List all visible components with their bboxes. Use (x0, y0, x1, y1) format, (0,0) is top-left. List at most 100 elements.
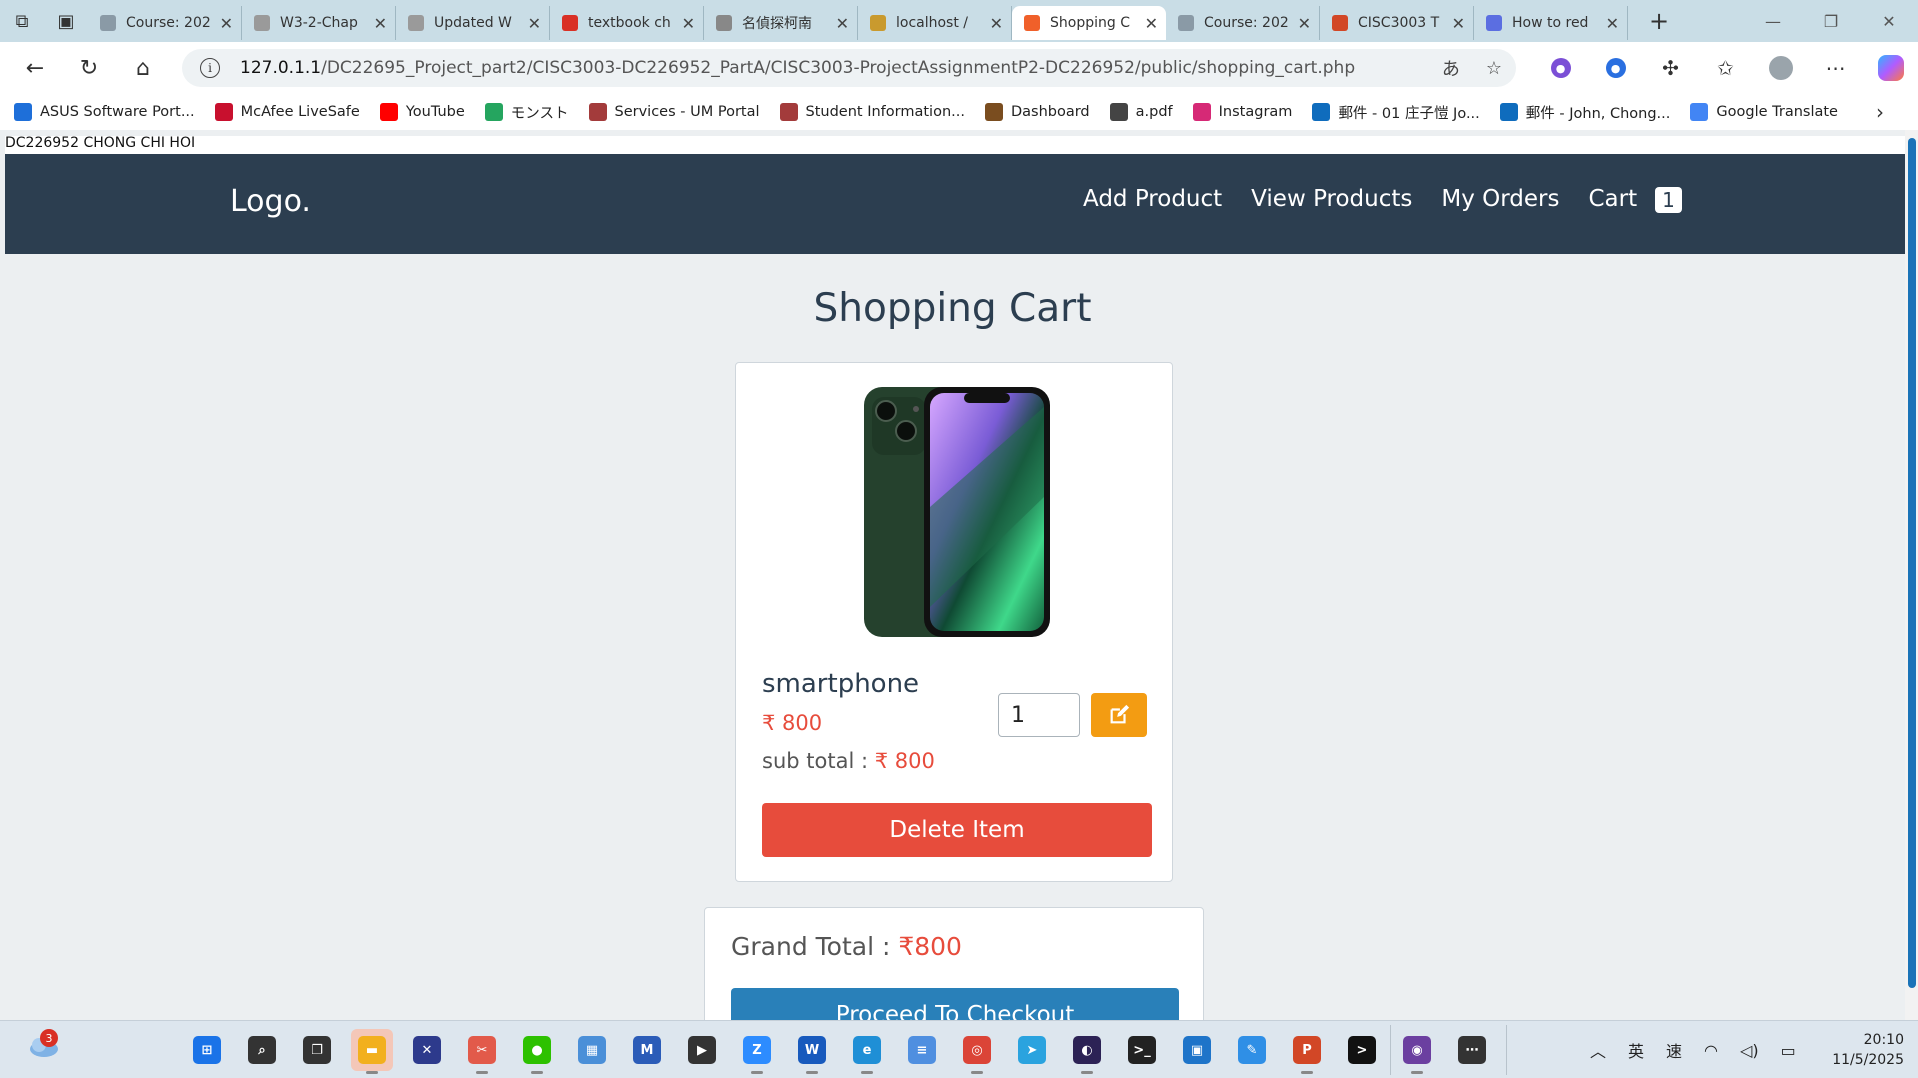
running-indicator (476, 1071, 488, 1074)
browser-tab[interactable]: How to red ✕ (1474, 6, 1628, 40)
scrollbar-thumb[interactable] (1908, 138, 1916, 988)
tab-close-icon[interactable]: ✕ (374, 14, 387, 33)
bookmark-item[interactable]: Dashboard (984, 103, 1090, 121)
taskbar-app[interactable]: ● (516, 1029, 558, 1074)
read-aloud-icon[interactable]: あ (1442, 55, 1460, 81)
taskbar-app[interactable]: ≡ (901, 1029, 943, 1071)
browser-tab[interactable]: Course: 202 ✕ (1166, 6, 1320, 40)
taskbar-app[interactable]: ▬ (351, 1029, 393, 1074)
bookmark-item[interactable]: ASUS Software Port... (14, 103, 195, 121)
bookmark-item[interactable]: 郵件 - John, Chong... (1499, 102, 1670, 123)
taskbar-app[interactable]: M (626, 1029, 668, 1071)
copilot-icon[interactable] (1863, 55, 1918, 81)
quantity-input[interactable] (998, 693, 1080, 737)
taskbar-app[interactable]: ⌕ (241, 1029, 283, 1071)
tab-close-icon[interactable]: ✕ (836, 14, 849, 33)
taskbar-app[interactable]: ▶ (681, 1029, 723, 1071)
bookmark-item[interactable]: Student Information... (779, 103, 965, 121)
volume-icon[interactable]: ◁) (1740, 1041, 1759, 1060)
taskbar-app[interactable]: ▣ (1176, 1029, 1218, 1071)
update-quantity-button[interactable] (1091, 693, 1147, 737)
ime-language[interactable]: 英 (1628, 1038, 1644, 1062)
close-window-icon[interactable]: ✕ (1860, 0, 1918, 42)
tab-close-icon[interactable]: ✕ (220, 14, 233, 33)
browser-tab[interactable]: CISC3003 T ✕ (1320, 6, 1474, 40)
site-logo[interactable]: Logo. (230, 184, 311, 219)
taskbar-app[interactable]: ✎ (1231, 1029, 1273, 1071)
settings-more-icon[interactable]: ⋯ (1808, 56, 1863, 80)
taskbar-app[interactable]: > (1341, 1029, 1383, 1071)
taskbar-app[interactable]: >_ (1121, 1029, 1163, 1071)
tab-actions-icon[interactable]: ▣ (44, 0, 88, 42)
bookmark-item[interactable]: McAfee LiveSafe (214, 103, 360, 121)
taskbar-app[interactable]: ✂ (461, 1029, 503, 1074)
bookmark-item[interactable]: モンスト (484, 102, 569, 123)
taskbar-app[interactable]: e (846, 1029, 888, 1074)
browser-tab[interactable]: textbook ch ✕ (550, 6, 704, 40)
taskbar-app[interactable]: W (791, 1029, 833, 1074)
taskbar-app[interactable]: ⊞ (186, 1029, 228, 1071)
refresh-icon[interactable]: ↻ (62, 42, 116, 94)
taskbar-app[interactable]: ✕ (406, 1029, 448, 1071)
favorite-star-icon[interactable]: ☆ (1486, 58, 1502, 79)
edit-icon (1110, 704, 1130, 724)
bookmark-item[interactable]: a.pdf (1109, 103, 1173, 121)
bookmark-item[interactable]: Services - UM Portal (588, 103, 760, 121)
browser-tab[interactable]: 名偵探柯南 ✕ (704, 6, 858, 40)
tab-close-icon[interactable]: ✕ (990, 14, 1003, 33)
battery-icon[interactable]: ▭ (1781, 1041, 1796, 1060)
nav-add-product[interactable]: Add Product (1083, 186, 1222, 212)
new-tab-button[interactable]: + (1644, 7, 1674, 35)
tab-close-icon[interactable]: ✕ (528, 14, 541, 33)
favorites-icon[interactable]: ✩ (1698, 56, 1753, 80)
profile-avatar[interactable] (1753, 56, 1808, 80)
running-indicator (751, 1071, 763, 1074)
taskbar-clock[interactable]: 20:10 11/5/2025 (1832, 1030, 1904, 1070)
taskbar-app[interactable]: ▦ (571, 1029, 613, 1071)
tab-close-icon[interactable]: ✕ (1606, 14, 1619, 33)
extension-purple-icon[interactable]: ● (1533, 58, 1588, 78)
back-icon[interactable]: ← (8, 42, 62, 94)
taskbar-app[interactable]: ◎ (956, 1029, 998, 1074)
browser-tab[interactable]: W3-2-Chap ✕ (242, 6, 396, 40)
taskbar-app[interactable]: ❐ (296, 1029, 338, 1071)
extensions-icon[interactable]: ✣ (1643, 56, 1698, 80)
wifi-icon[interactable]: ◠ (1704, 1041, 1718, 1060)
taskbar-app[interactable]: ⋯ (1451, 1029, 1493, 1071)
nav-cart[interactable]: Cart 1 (1589, 186, 1682, 213)
checkout-button[interactable]: Proceed To Checkout (731, 988, 1179, 1020)
taskbar-app[interactable]: ➤ (1011, 1029, 1053, 1071)
taskbar-app[interactable]: ◐ (1066, 1029, 1108, 1074)
tab-close-icon[interactable]: ✕ (1145, 14, 1158, 33)
taskbar-app[interactable]: Z (736, 1029, 778, 1074)
url-input[interactable]: i 127.0.1.1/DC22695_Project_part2/CISC30… (182, 49, 1516, 87)
bookmark-item[interactable]: YouTube (379, 103, 465, 121)
taskbar-app[interactable]: ◉ (1396, 1029, 1438, 1074)
page-scrollbar[interactable] (1905, 130, 1918, 1020)
nav-my-orders[interactable]: My Orders (1441, 186, 1559, 212)
tab-close-icon[interactable]: ✕ (682, 14, 695, 33)
bookmark-item[interactable]: 郵件 - 01 庄子愷 Jo... (1312, 102, 1480, 123)
delete-item-button[interactable]: Delete Item (762, 803, 1152, 857)
extension-blue-icon[interactable]: ● (1588, 58, 1643, 78)
site-info-icon[interactable]: i (200, 58, 220, 78)
browser-tab[interactable]: Updated W ✕ (396, 6, 550, 40)
tab-close-icon[interactable]: ✕ (1298, 14, 1311, 33)
ime-mode[interactable]: 速 (1666, 1038, 1682, 1062)
tray-chevron-icon[interactable]: ︿ (1590, 1038, 1606, 1062)
browser-tab[interactable]: Shopping C ✕ (1012, 6, 1166, 40)
restore-icon[interactable]: ❐ (1802, 0, 1860, 42)
minimize-icon[interactable]: — (1744, 0, 1802, 42)
nav-view-products[interactable]: View Products (1251, 186, 1412, 212)
bookmark-item[interactable]: Google Translate (1690, 103, 1838, 121)
youtube-icon (379, 103, 398, 121)
bookmarks-overflow-icon[interactable]: › (1876, 94, 1884, 130)
home-icon[interactable]: ⌂ (116, 42, 170, 94)
tab-close-icon[interactable]: ✕ (1452, 14, 1465, 33)
workspaces-icon[interactable]: ⧉ (0, 0, 44, 42)
wechat-icon: ● (523, 1036, 551, 1064)
browser-tab[interactable]: Course: 202 ✕ (88, 6, 242, 40)
browser-tab[interactable]: localhost / ✕ (858, 6, 1012, 40)
taskbar-app[interactable]: P (1286, 1029, 1328, 1074)
bookmark-item[interactable]: Instagram (1192, 103, 1292, 121)
